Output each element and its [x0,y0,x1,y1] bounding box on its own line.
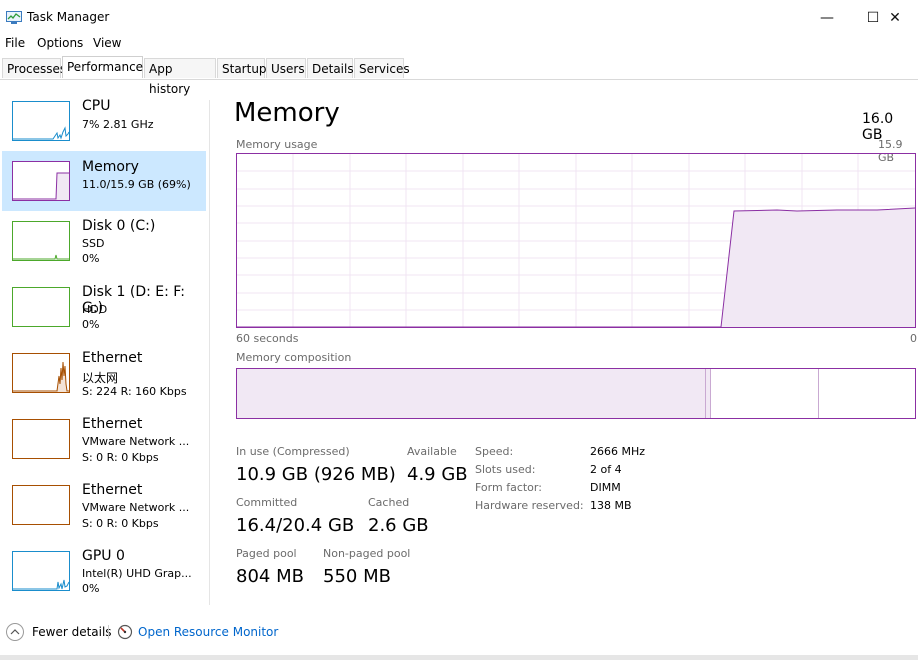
window-title: Task Manager [27,10,110,24]
sidebar-item-detail: 11.0/15.9 GB (69%) [82,178,191,191]
hardware-reserved-label: Hardware reserved: [475,499,584,512]
paged-pool-label: Paged pool [236,547,297,560]
sidebar-item-detail: SSD [82,237,105,250]
menu-view[interactable]: View [93,36,121,50]
speed-label: Speed: [475,445,514,458]
time-axis-left: 60 seconds [236,332,299,345]
memory-composition-label: Memory composition [236,351,352,364]
hardware-reserved-value: 138 MB [590,499,632,512]
sidebar-item-cpu[interactable]: CPU 7% 2.81 GHz [2,91,206,151]
sidebar-item-memory[interactable]: Memory 11.0/15.9 GB (69%) [2,151,206,211]
composition-divider [818,369,819,418]
sidebar-item-ethernet-1[interactable]: Ethernet 以太网 S: 224 R: 160 Kbps [2,343,206,403]
ethernet-2-thumbnail-graph [12,419,70,459]
disk-0-thumbnail-graph [12,221,70,261]
sidebar-item-name: CPU [82,98,111,114]
form-factor-value: DIMM [590,481,621,494]
sidebar-item-name: Ethernet [82,416,143,432]
tab-processes[interactable]: Processes [2,58,66,78]
menu-options[interactable]: Options [37,36,83,50]
sidebar-item-value: S: 0 R: 0 Kbps [82,451,159,464]
sidebar-item-detail: VMware Network ... [82,435,190,448]
sidebar-item-detail: VMware Network ... [82,501,190,514]
speed-value: 2666 MHz [590,445,646,458]
composition-divider [710,369,711,418]
sidebar-item-detail: 以太网 [82,371,119,385]
fewer-details-button[interactable]: Fewer details [32,625,112,639]
cached-value: 2.6 GB [368,515,429,536]
sidebar-item-name: Disk 0 (C:) [82,218,156,234]
available-value: 4.9 GB [407,464,468,485]
slots-used-value: 2 of 4 [590,463,622,476]
non-paged-pool-label: Non-paged pool [323,547,411,560]
slots-used-label: Slots used: [475,463,536,476]
committed-label: Committed [236,496,298,509]
sidebar-item-ethernet-3[interactable]: Ethernet VMware Network ... S: 0 R: 0 Kb… [2,475,206,535]
sidebar-item-name: Ethernet [82,482,143,498]
in-use-label: In use (Compressed) [236,445,350,458]
fewer-details-chevron-icon[interactable] [6,623,24,641]
ethernet-1-thumbnail-graph [12,353,70,393]
tab-services[interactable]: Services [354,58,410,78]
window-bottom-edge [0,655,918,660]
ethernet-3-thumbnail-graph [12,485,70,525]
sidebar-divider [209,100,210,605]
non-paged-pool-value: 550 MB [323,566,391,587]
footer-separator [108,625,109,639]
tab-startup[interactable]: Startup [217,58,267,78]
sidebar-item-value: S: 224 R: 160 Kbps [82,385,187,398]
sidebar-item-detail: Intel(R) UHD Grap... [82,567,192,580]
title-bar[interactable] [0,0,918,36]
sidebar-item-value: 0% [82,582,100,595]
sidebar-item-disk-1[interactable]: Disk 1 (D: E: F: G:) HDD 0% [2,277,206,337]
minimize-button[interactable]: — [804,0,850,36]
memory-thumbnail-graph [12,161,70,201]
sidebar-item-detail: 7% 2.81 GHz [82,118,154,131]
tab-performance[interactable]: Performance [62,56,143,78]
available-label: Available [407,445,457,458]
gpu-0-thumbnail-graph [12,551,70,591]
resource-monitor-icon [117,624,133,640]
composition-in-use [237,369,705,418]
close-button[interactable]: ✕ [872,0,918,36]
task-manager-icon [6,11,22,24]
sidebar-item-name: Memory [82,159,139,175]
memory-usage-graph-svg [237,154,916,328]
open-resource-monitor-link[interactable]: Open Resource Monitor [138,625,278,639]
cached-label: Cached [368,496,410,509]
sidebar-item-disk-0[interactable]: Disk 0 (C:) SSD 0% [2,211,206,271]
tab-details[interactable]: Details [307,58,354,78]
memory-usage-label: Memory usage [236,138,318,151]
sidebar-item-value: S: 0 R: 0 Kbps [82,517,159,530]
disk-1-thumbnail-graph [12,287,70,327]
sidebar-item-detail: HDD [82,303,108,316]
paged-pool-value: 804 MB [236,566,304,587]
menu-file[interactable]: File [5,36,25,50]
memory-composition-bar [236,368,916,419]
sidebar-item-name: GPU 0 [82,548,125,564]
sidebar-item-gpu-0[interactable]: GPU 0 Intel(R) UHD Grap... 0% [2,541,206,601]
sidebar-item-name: Ethernet [82,350,143,366]
form-factor-label: Form factor: [475,481,542,494]
tab-users[interactable]: Users [266,58,306,78]
tab-app-history[interactable]: App history [144,58,216,96]
committed-value: 16.4/20.4 GB [236,515,355,536]
sidebar-item-value: 0% [82,318,100,331]
page-title: Memory [234,98,340,128]
cpu-thumbnail-graph [12,101,70,141]
sidebar-item-value: 0% [82,252,100,265]
sidebar-item-ethernet-2[interactable]: Ethernet VMware Network ... S: 0 R: 0 Kb… [2,409,206,469]
in-use-value: 10.9 GB (926 MB) [236,464,396,485]
memory-usage-graph [236,153,916,328]
time-axis-right: 0 [910,332,917,345]
